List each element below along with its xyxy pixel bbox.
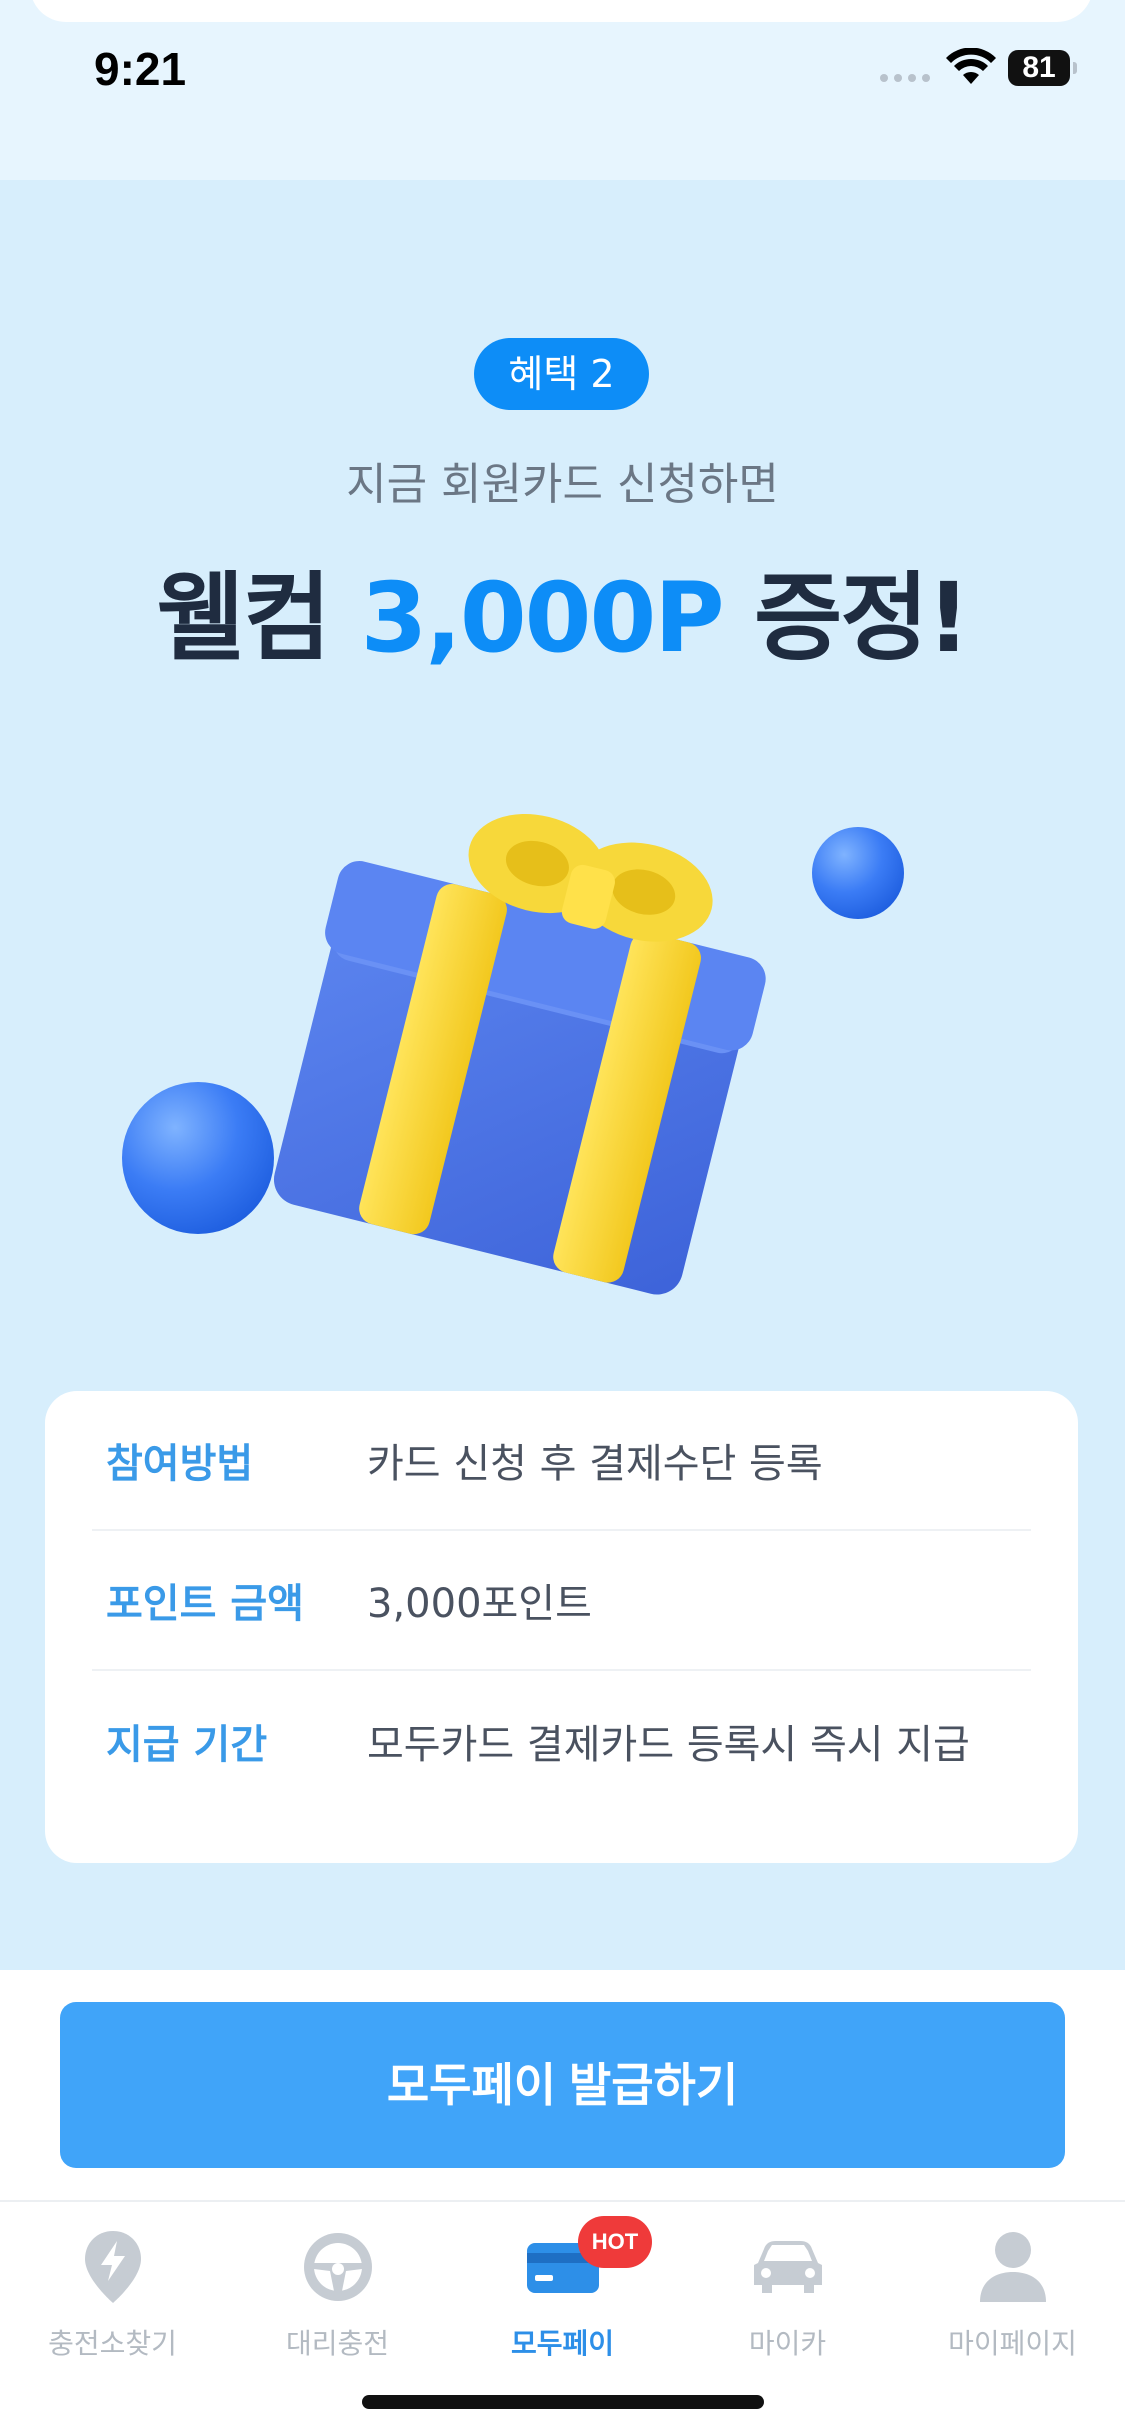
tab-label: 마이카 [748, 2327, 827, 2360]
person-icon [968, 2222, 1058, 2312]
status-bar: 9:21 81 [0, 40, 1125, 100]
hot-badge: HOT [578, 2216, 652, 2268]
car-icon [743, 2222, 833, 2312]
info-row-method: 참여방법 카드 신청 후 결제수단 등록 [92, 1391, 1031, 1531]
headline-suffix: 증정! [722, 562, 970, 674]
cellular-signal-icon [880, 74, 930, 82]
hero-headline: 웰컴 3,000P 증정! [0, 540, 1125, 679]
previous-card-edge [30, 0, 1093, 22]
hero-subtitle: 지금 회원카드 신청하면 [346, 459, 779, 510]
steering-wheel-icon [293, 2222, 383, 2312]
info-value: 모두카드 결제카드 등록시 즉시 지급 [367, 1722, 970, 1768]
tab-my-car[interactable]: 마이카 [675, 2202, 900, 2400]
status-time: 9:21 [94, 43, 187, 95]
info-row-period: 지급 기간 모두카드 결제카드 등록시 즉시 지급 [92, 1671, 1031, 1811]
info-value: 카드 신청 후 결제수단 등록 [367, 1441, 823, 1487]
wifi-icon [946, 48, 996, 84]
info-row-amount: 포인트 금액 3,000포인트 [92, 1531, 1031, 1671]
tab-label: 대리충전 [285, 2327, 390, 2360]
info-value: 3,000포인트 [367, 1581, 592, 1627]
tab-proxy-charging[interactable]: 대리충전 [225, 2202, 450, 2400]
headline-prefix: 웰컴 [156, 562, 361, 674]
info-label: 참여방법 [106, 1441, 254, 1487]
tab-bar: 충전소찾기 대리충전 HOT 모두페이 마이카 마이페이지 [0, 2200, 1125, 2400]
tab-modupay[interactable]: HOT 모두페이 [450, 2202, 675, 2400]
tab-label: 충전소찾기 [48, 2327, 177, 2360]
tab-label: 모두페이 [510, 2327, 615, 2360]
tab-charger-finder[interactable]: 충전소찾기 [0, 2202, 225, 2400]
headline-points: 3,000P [360, 562, 725, 674]
battery-icon: 81 [1008, 50, 1077, 86]
decor-ball-left [122, 1082, 274, 1234]
tab-label: 마이페이지 [948, 2327, 1077, 2360]
tab-my-page[interactable]: 마이페이지 [900, 2202, 1125, 2400]
home-indicator [362, 2395, 764, 2409]
decor-ball-right [812, 827, 904, 919]
info-label: 지급 기간 [106, 1722, 268, 1768]
gift-box [273, 813, 766, 1295]
issue-modupay-button[interactable]: 모두페이 발급하기 [60, 2002, 1065, 2168]
gift-box-illustration [122, 813, 904, 1295]
benefit-info-card: 참여방법 카드 신청 후 결제수단 등록 포인트 금액 3,000포인트 지급 … [45, 1391, 1078, 1863]
location-bolt-icon [68, 2222, 158, 2312]
benefit-badge: 혜택 2 [474, 338, 649, 410]
info-label: 포인트 금액 [106, 1581, 304, 1627]
